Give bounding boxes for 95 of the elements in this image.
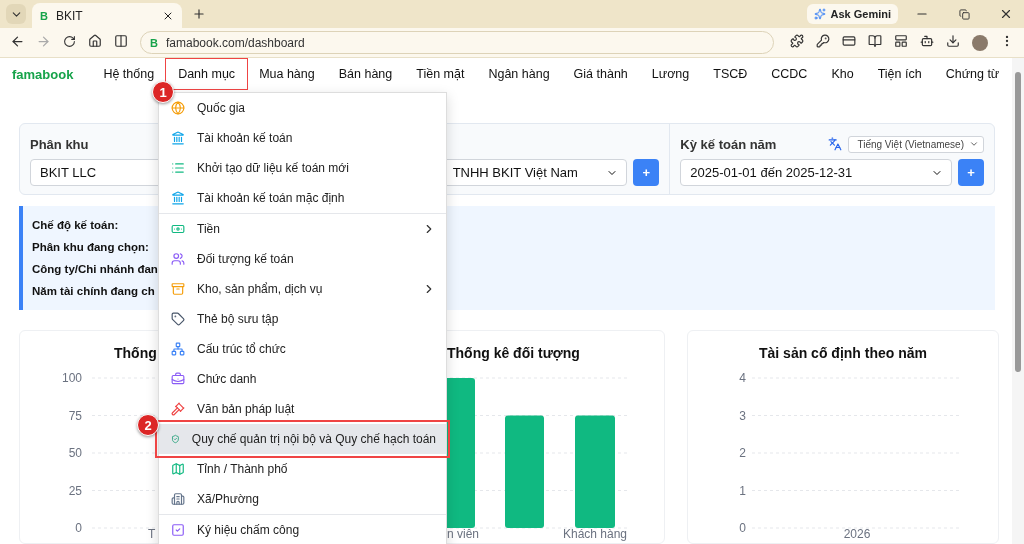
reload-icon xyxy=(62,34,76,48)
menu-item[interactable]: Đối tượng kế toán xyxy=(159,244,446,274)
nav-link[interactable]: Lương xyxy=(639,59,702,89)
menu-item[interactable]: Tài khoản kế toán xyxy=(159,123,446,153)
banknote-icon xyxy=(171,222,185,236)
info-label: Năm tài chính đang ch xyxy=(32,284,155,299)
axis-tick-label: 4 xyxy=(739,371,746,385)
menu-item[interactable]: Tỉnh / Thành phố xyxy=(159,454,446,484)
info-label: Phân khu đang chọn: xyxy=(32,240,149,256)
map-icon xyxy=(171,462,185,476)
checkbox-icon xyxy=(171,523,185,537)
tab-list-button[interactable] xyxy=(6,4,26,24)
axis-tick-label: 100 xyxy=(61,371,82,385)
briefcase-icon xyxy=(171,372,185,386)
download-icon xyxy=(946,34,960,48)
axis-label: n viên xyxy=(447,527,480,541)
shield-icon xyxy=(171,432,180,446)
puzzle-icon xyxy=(790,34,804,48)
globe-icon xyxy=(171,101,185,115)
browser-tab[interactable]: B BKIT xyxy=(32,3,182,28)
field-label: Kỳ kế toán năm xyxy=(680,136,777,152)
menu-item[interactable]: Ký hiệu chấm công xyxy=(159,515,446,544)
menu-item[interactable]: Văn bản pháp luật xyxy=(159,394,446,424)
gavel-icon xyxy=(171,402,185,416)
field-label: Phân khu xyxy=(30,136,89,152)
nav-link[interactable]: Tiền mặt xyxy=(404,59,477,89)
language-select[interactable]: Tiếng Việt (Vietnamese) xyxy=(848,135,984,153)
forward-icon xyxy=(35,33,51,49)
chart-title: Thống xyxy=(114,344,157,363)
menu-item[interactable]: Tiền xyxy=(159,214,446,244)
axis-tick-label: 50 xyxy=(68,446,82,460)
axis-tick-label: 0 xyxy=(75,521,82,535)
favicon-icon: B xyxy=(150,36,158,49)
nav-link[interactable]: Mua hàng xyxy=(247,59,327,89)
axis-tick-label: 1 xyxy=(739,483,746,498)
axis-tick-label: 3 xyxy=(739,408,746,423)
close-icon xyxy=(999,7,1013,21)
info-label: Chế độ kế toán: xyxy=(32,218,119,234)
menu-item[interactable]: Cấu trúc tổ chức xyxy=(159,334,446,364)
axis-tick-label: 0 xyxy=(739,521,746,535)
profile-avatar[interactable] xyxy=(972,34,988,51)
translate-icon xyxy=(828,137,843,151)
add-button[interactable]: + xyxy=(633,159,660,186)
sparkle-icon xyxy=(814,8,827,20)
address-bar[interactable]: B famabook.com/dashboard xyxy=(140,31,774,54)
people-icon xyxy=(171,252,185,266)
back-icon xyxy=(9,33,25,49)
menu-item[interactable]: Kho, sản phẩm, dịch vụ xyxy=(159,274,446,304)
info-label: Công ty/Chi nhánh đan xyxy=(32,262,158,277)
nav-link[interactable]: Ngân hàng xyxy=(476,59,562,89)
chevron-down-icon xyxy=(969,139,979,149)
nav-link[interactable]: Bán hàng xyxy=(326,59,405,89)
robot-icon xyxy=(920,34,934,48)
tab-title: BKIT xyxy=(55,8,84,23)
nav-link[interactable]: TSCĐ xyxy=(701,59,760,89)
axis-label: T xyxy=(148,527,156,541)
layout-icon xyxy=(894,34,908,48)
axis-label: Khách hàng xyxy=(562,527,628,541)
restore-icon xyxy=(958,8,970,20)
axis-tick-label: 2 xyxy=(739,446,746,460)
menu-item[interactable]: Tài khoản kế toán mặc định xyxy=(159,183,446,213)
axis-label: 2026 xyxy=(843,527,871,541)
hierarchy-icon xyxy=(171,342,185,356)
scrollbar[interactable] xyxy=(1012,58,1024,544)
url-text: famabook.com/dashboard xyxy=(165,35,305,50)
bank-icon xyxy=(171,131,185,145)
home-icon xyxy=(88,34,102,48)
archive-icon xyxy=(171,282,185,296)
favicon-icon: B xyxy=(40,9,48,22)
axis-tick-label: 75 xyxy=(68,408,82,423)
book-icon xyxy=(868,34,882,48)
nav-link[interactable]: Giá thành xyxy=(561,59,640,89)
axis-tick-label: 25 xyxy=(68,483,82,498)
menu-item[interactable]: Xã/Phường xyxy=(159,484,446,514)
menu-item[interactable]: Thẻ bộ sưu tập xyxy=(159,304,446,334)
nav-link[interactable]: CCDC xyxy=(759,59,820,89)
split-view-icon xyxy=(114,34,128,48)
select-field[interactable]: 2025-01-01 đến 2025-12-31 xyxy=(680,159,952,186)
ask-gemini-button[interactable]: Ask Gemini xyxy=(807,4,898,24)
bank-icon xyxy=(171,191,185,205)
tag-icon xyxy=(171,312,185,326)
chart-title: Thống kê đối tượng xyxy=(447,344,580,363)
step-badge: 1 xyxy=(152,81,175,103)
list-icon xyxy=(171,161,185,175)
nav-link[interactable]: Kho xyxy=(819,59,866,89)
menu-item[interactable]: Chức danh xyxy=(159,364,446,394)
plus-icon xyxy=(192,7,206,21)
nav-link[interactable]: Chứng từ xyxy=(933,59,1012,89)
add-button[interactable]: + xyxy=(958,159,984,186)
building-icon xyxy=(171,492,185,506)
step-badge: 2 xyxy=(137,414,159,436)
chart-title: Tài sản cố định theo năm xyxy=(759,344,927,363)
key-icon xyxy=(816,34,830,48)
nav-link[interactable]: Tiện ích xyxy=(865,59,934,89)
card-icon xyxy=(842,34,856,48)
